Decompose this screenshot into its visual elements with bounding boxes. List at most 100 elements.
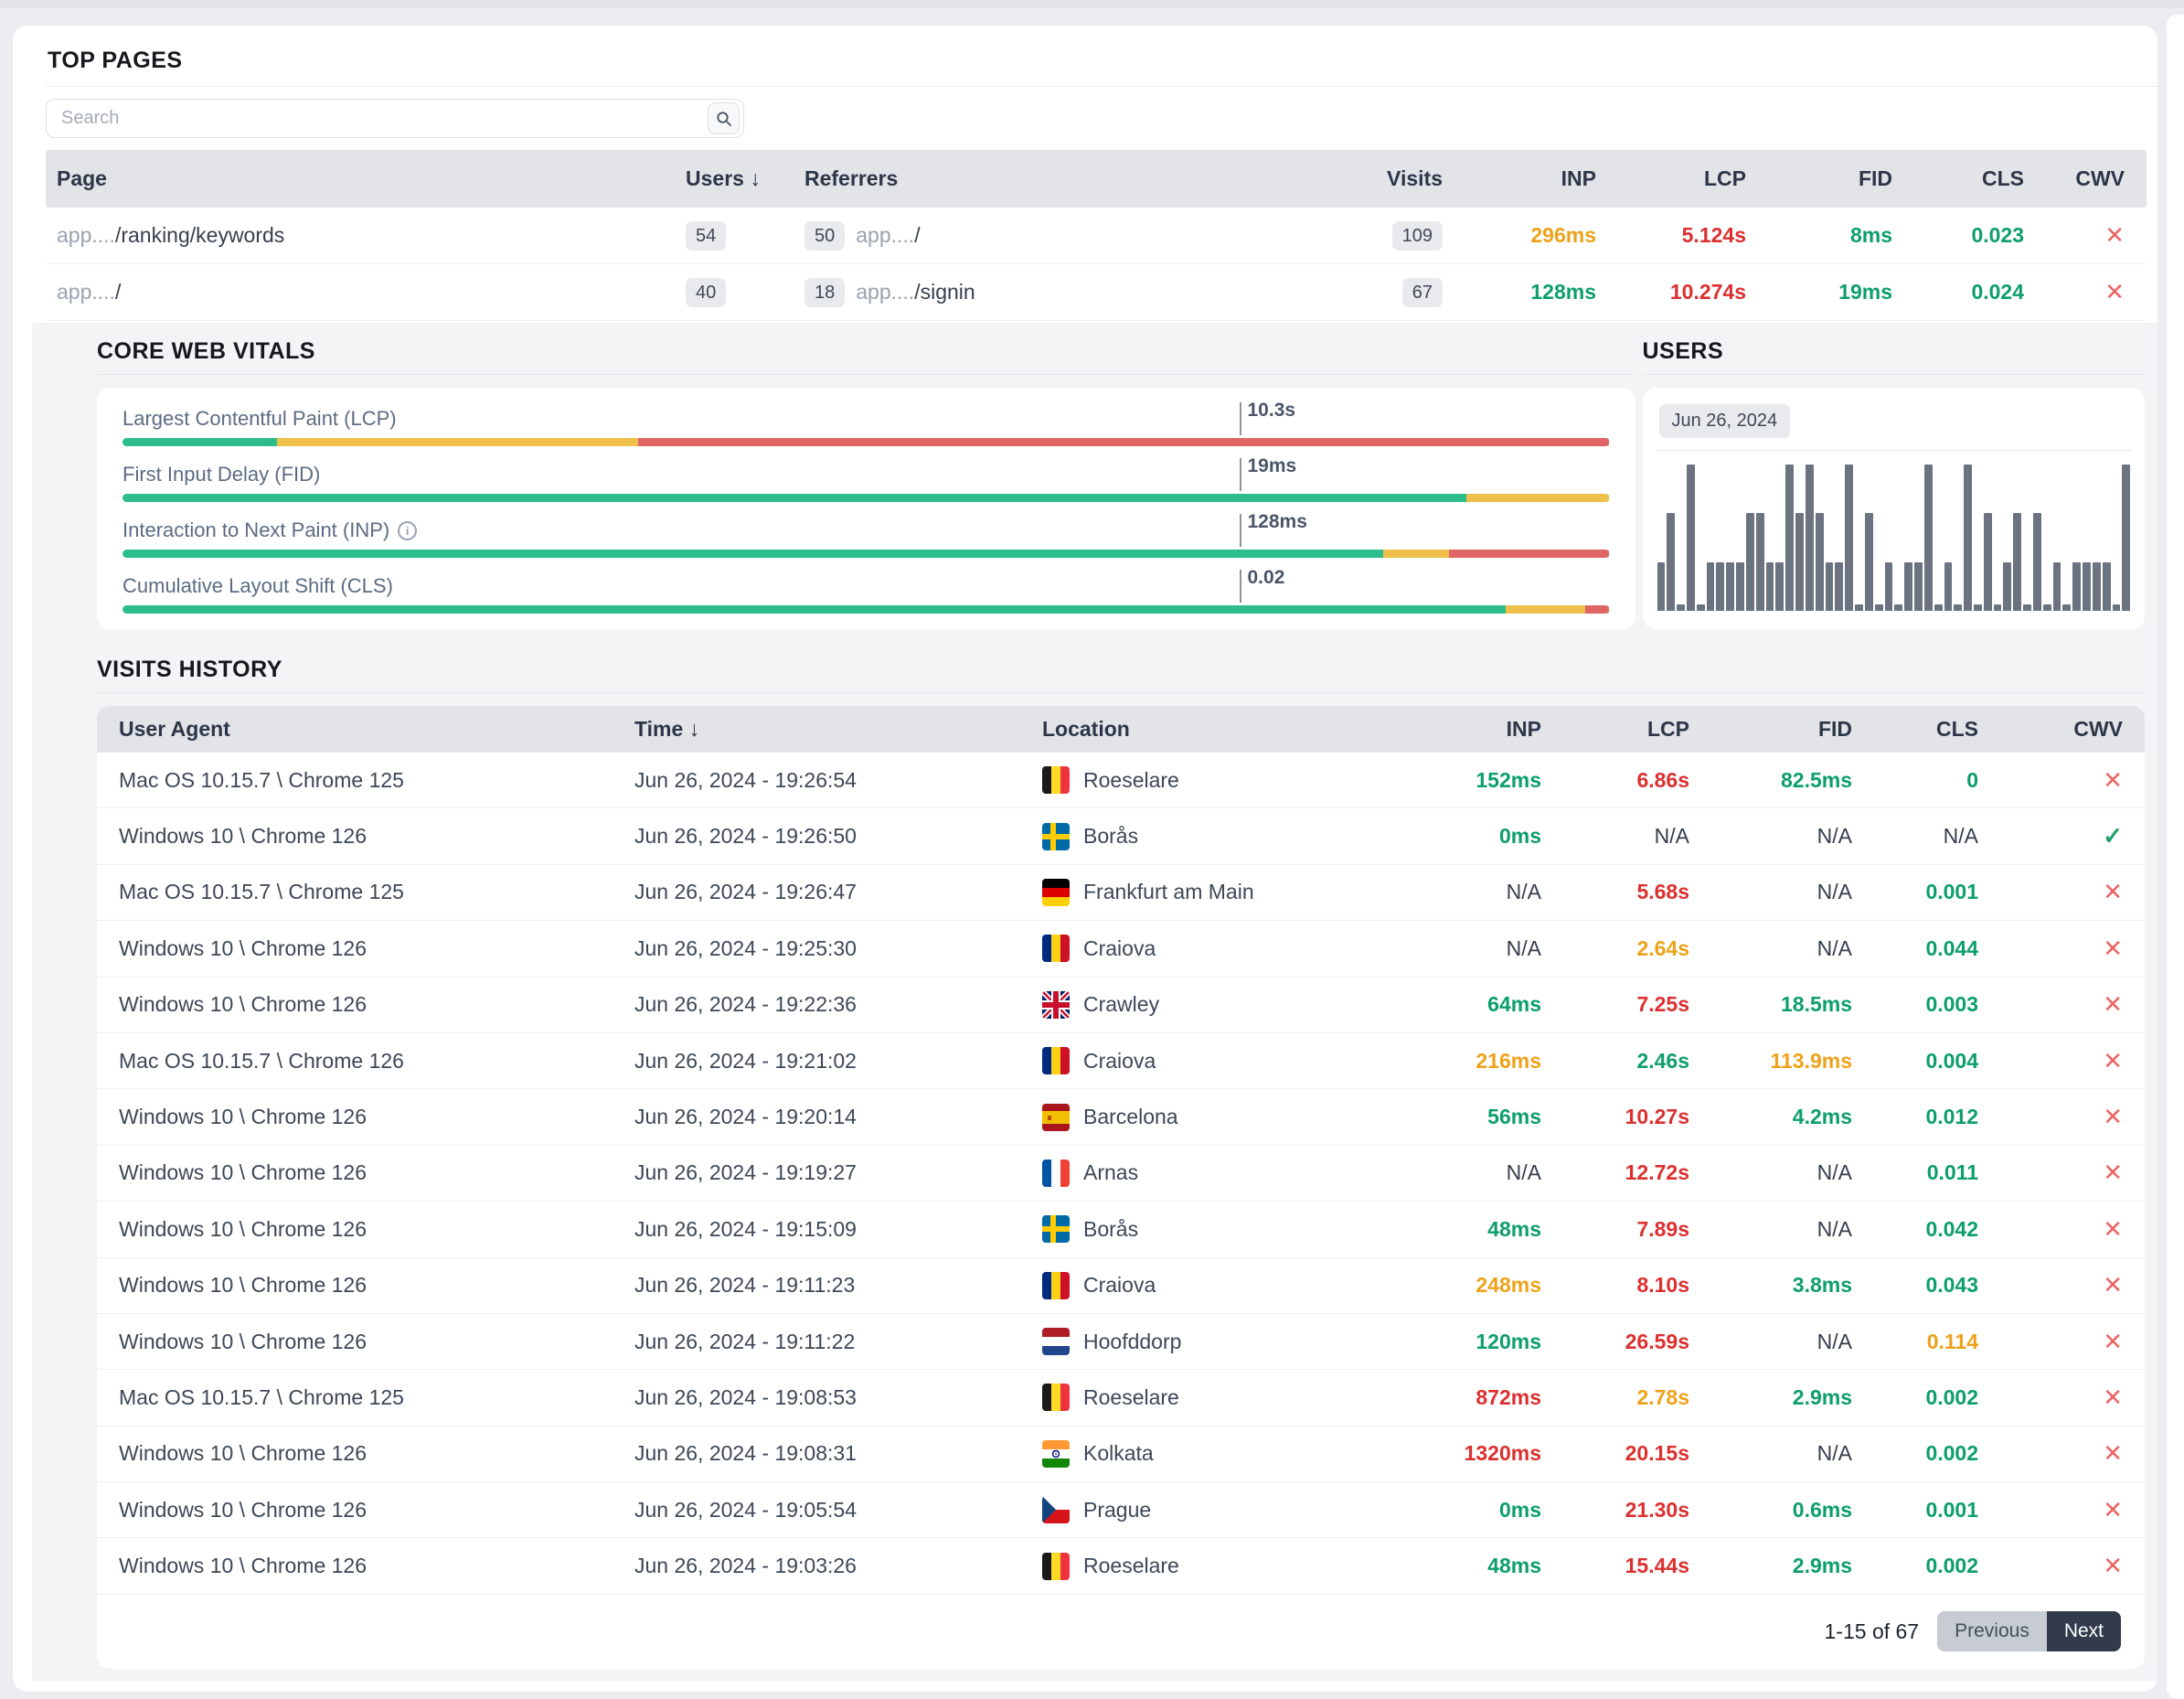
- divider: [46, 86, 2157, 87]
- metric-value-marker: 0.02: [1239, 567, 1284, 603]
- lcp-cell: 6.86s: [1554, 768, 1702, 793]
- histogram-bar: [1954, 604, 1963, 611]
- histogram-bar: [1845, 465, 1854, 611]
- inp-value: 48ms: [1487, 1216, 1541, 1241]
- location-cell: Crawley: [1015, 990, 1390, 1019]
- fid-value: 2.9ms: [1792, 1384, 1852, 1409]
- search-input[interactable]: [46, 99, 744, 138]
- histogram-bar: [2062, 604, 2072, 611]
- inp-cell: 296ms: [1455, 223, 1609, 248]
- inp-cell: 0ms: [1390, 1498, 1554, 1523]
- de-flag-icon: [1042, 878, 1070, 906]
- city-label: Prague: [1083, 1497, 1152, 1522]
- column-header-referrers: Referrers: [804, 166, 899, 190]
- fid-value: N/A: [1816, 880, 1852, 904]
- cwv-cell: ✕: [2037, 221, 2147, 250]
- page-cell[interactable]: app..../: [46, 280, 651, 305]
- city-label: Roeselare: [1083, 1384, 1179, 1409]
- next-page-button[interactable]: Next: [2046, 1611, 2121, 1652]
- histogram-bar: [2023, 604, 2031, 611]
- histogram-bar: [1934, 604, 1943, 611]
- time-cell: Jun 26, 2024 - 19:19:27: [634, 1160, 857, 1185]
- date-badge: Jun 26, 2024: [1658, 404, 1791, 438]
- vitals-users-row: CORE WEB VITALS Largest Contentful Paint…: [97, 338, 2145, 629]
- poor-segment: [638, 438, 1610, 446]
- metric-distribution-bar: [123, 605, 1610, 614]
- city-label: Roeselare: [1083, 767, 1179, 792]
- cwv-cell: ✕: [1991, 1159, 2145, 1187]
- histogram-bar: [1745, 513, 1754, 611]
- metrics-panel: CORE WEB VITALS Largest Contentful Paint…: [32, 323, 2157, 1681]
- inp-value: 120ms: [1476, 1329, 1541, 1353]
- column-header-users[interactable]: Users ↓: [651, 166, 779, 191]
- top-pages-table-body: app..../ranking/keywords 54 50 app..../109 2…: [46, 208, 2147, 321]
- marker-value: 0.02: [1247, 567, 1285, 588]
- column-header-visits: Visits: [1387, 166, 1443, 190]
- previous-page-button[interactable]: Previous: [1937, 1611, 2047, 1652]
- cwv-fail-icon: ✕: [2103, 1383, 2123, 1411]
- marker-value: 10.3s: [1247, 400, 1296, 421]
- fid-cell: 4.2ms: [1702, 1105, 1865, 1129]
- lcp-value: 15.44s: [1625, 1554, 1689, 1578]
- metric-label-text: Cumulative Layout Shift (CLS): [123, 574, 393, 597]
- city-label: Crawley: [1083, 992, 1160, 1017]
- se-flag-icon: [1042, 822, 1070, 850]
- histogram-bar: [2122, 465, 2131, 611]
- cwv-cell: ✕: [1991, 878, 2145, 906]
- column-header-time[interactable]: Time ↓: [613, 717, 1015, 742]
- column-header-fid: FID: [1858, 166, 1892, 190]
- location-cell: Roeselare: [1015, 766, 1390, 795]
- inp-value: 56ms: [1487, 1105, 1541, 1129]
- inp-value: 0ms: [1498, 824, 1541, 849]
- divider: [1655, 450, 2132, 451]
- cls-cell: 0.024: [1905, 280, 2037, 305]
- lcp-cell: 15.44s: [1554, 1554, 1702, 1578]
- lcp-value: 7.89s: [1636, 1216, 1689, 1241]
- fid-cell: N/A: [1702, 1330, 1865, 1354]
- cwv-fail-icon: ✕: [2103, 1271, 2123, 1299]
- inp-cell: N/A: [1390, 1160, 1554, 1185]
- fid-cell: 19ms: [1759, 280, 1905, 305]
- nl-flag-icon: [1042, 1328, 1070, 1356]
- referrer-path: /signin: [914, 280, 975, 304]
- page-cell[interactable]: app..../ranking/keywords: [46, 223, 651, 248]
- lcp-value: 2.46s: [1636, 1048, 1689, 1073]
- cwv-fail-icon: ✕: [2103, 1552, 2123, 1580]
- fid-cell: N/A: [1702, 824, 1865, 849]
- user-agent-cell: Windows 10 \ Chrome 126: [119, 1216, 368, 1241]
- fid-cell: N/A: [1702, 1217, 1865, 1242]
- city-label: Frankfurt am Main: [1083, 880, 1254, 904]
- histogram-bar: [2032, 513, 2041, 611]
- cls-cell: 0.002: [1865, 1441, 1991, 1466]
- lcp-value: 8.10s: [1636, 1273, 1689, 1298]
- pagination-range-label: 1-15 of 67: [1824, 1619, 1920, 1643]
- histogram-bar: [2013, 513, 2022, 611]
- inp-value: 1320ms: [1464, 1441, 1541, 1466]
- cwv-cell: ✕: [1991, 1384, 2145, 1412]
- info-icon[interactable]: i: [398, 520, 418, 540]
- inp-cell: N/A: [1390, 936, 1554, 961]
- column-header-fid: FID: [1817, 717, 1852, 741]
- city-label: Borås: [1083, 1216, 1139, 1241]
- web-vital-metric: Cumulative Layout Shift (CLS) 0.02: [123, 564, 1610, 620]
- histogram-bar: [1795, 513, 1804, 611]
- location-cell: Borås: [1015, 1215, 1390, 1244]
- lcp-cell: 5.124s: [1609, 223, 1759, 248]
- histogram-bar: [1755, 513, 1764, 611]
- search-button[interactable]: [708, 102, 740, 134]
- inp-cell: 48ms: [1390, 1217, 1554, 1242]
- lcp-cell: 8.10s: [1554, 1273, 1702, 1298]
- cls-value: 0.003: [1925, 992, 1978, 1017]
- analytics-dashboard-card: TOP PAGES Page Users ↓ Referrers Visits INP L…: [13, 26, 2157, 1692]
- page-prefix: app....: [57, 280, 115, 304]
- inp-cell: 64ms: [1390, 992, 1554, 1017]
- user-agent-cell: Windows 10 \ Chrome 126: [119, 824, 368, 849]
- visits-history-title: VISITS HISTORY: [97, 657, 282, 682]
- referrer-path: /: [914, 223, 921, 247]
- cwv-cell: ✕: [1991, 990, 2145, 1019]
- good-segment: [123, 550, 1384, 558]
- cwv-cell: ✕: [1991, 766, 2145, 795]
- cwv-pass-icon: ✓: [2103, 822, 2123, 850]
- fid-value: 4.2ms: [1792, 1105, 1852, 1129]
- inp-value: N/A: [1506, 1160, 1541, 1185]
